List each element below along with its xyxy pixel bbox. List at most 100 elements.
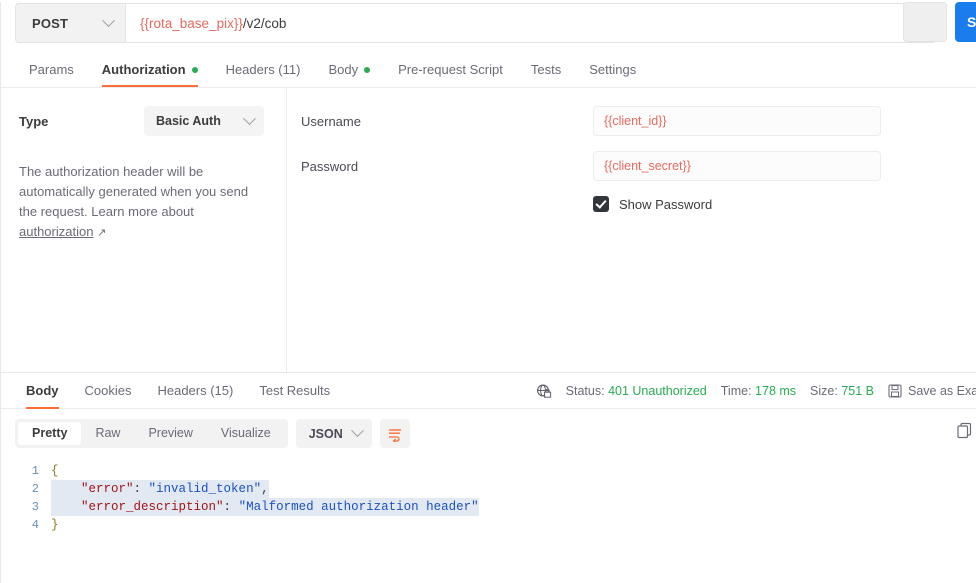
http-method-label: POST	[32, 15, 69, 31]
line-number: 2	[31, 482, 39, 496]
external-link-icon: ↗	[97, 227, 107, 239]
url-input[interactable]: {{rota_base_pix}}/v2/cob	[126, 4, 935, 42]
url-variable: {{rota_base_pix}}	[140, 15, 243, 31]
url-path: /v2/cob	[242, 15, 287, 31]
authorization-type-panel: Type Basic Auth The authorization header…	[1, 88, 287, 372]
tab-tests-label: Tests	[530, 62, 562, 77]
authorization-panel: Type Basic Auth The authorization header…	[1, 88, 976, 373]
password-row: Password {{client_secret}}	[301, 151, 976, 181]
authorization-type-row: Type Basic Auth	[19, 106, 264, 136]
response-tab-test-results-label: Test Results	[259, 382, 331, 398]
tab-body-status-dot-icon	[364, 66, 371, 73]
time-label: Time:	[720, 384, 752, 398]
response-tab-body-label: Body	[26, 382, 59, 398]
tab-settings[interactable]: Settings	[575, 62, 650, 87]
response-tab-cookies[interactable]: Cookies	[72, 373, 145, 409]
tab-tests[interactable]: Tests	[517, 62, 575, 87]
tab-body[interactable]: Body	[314, 62, 384, 87]
view-mode-raw[interactable]: Raw	[81, 422, 134, 445]
globe-lock-icon	[536, 383, 552, 399]
authorization-type-value: Basic Auth	[156, 114, 221, 128]
response-language-label: JSON	[308, 426, 343, 441]
tab-headers-label: Headers (11)	[225, 62, 301, 77]
response-tab-test-results[interactable]: Test Results	[246, 373, 343, 409]
response-status-bar: Status: 401 Unauthorized Time: 178 ms Si…	[536, 373, 976, 409]
authorization-help-text-body: The authorization header will be automat…	[19, 164, 249, 219]
code-line: 4 }	[1, 516, 976, 534]
authorization-help-text: The authorization header will be automat…	[19, 162, 264, 243]
save-as-example-label: Save as Exa	[908, 384, 976, 398]
code-line: 3 "error_description": "Malformed author…	[1, 498, 976, 516]
json-key: "error"	[81, 482, 134, 496]
chevron-down-icon	[243, 111, 256, 125]
authorization-help-link[interactable]: authorization	[19, 224, 93, 239]
tab-params-label: Params	[29, 62, 74, 77]
tab-headers[interactable]: Headers (11)	[212, 62, 315, 87]
code-line-text: {	[51, 464, 59, 478]
url-bar: POST {{rota_base_pix}}/v2/cob Send	[15, 2, 976, 44]
chevron-down-icon	[102, 13, 115, 27]
tab-settings-label: Settings	[589, 62, 637, 77]
line-number: 3	[31, 500, 39, 514]
response-tab-headers[interactable]: Headers (15)	[144, 373, 246, 409]
authorization-type-label: Type	[19, 113, 49, 129]
response-view-mode-group: Pretty Raw Preview Visualize	[15, 419, 288, 448]
tab-pre-request-script-label: Pre-request Script	[398, 62, 503, 77]
password-input[interactable]: {{client_secret}}	[593, 151, 881, 181]
view-mode-visualize[interactable]: Visualize	[207, 422, 285, 445]
code-line-text: "error_description": "Malformed authoriz…	[51, 498, 479, 516]
tab-params[interactable]: Params	[15, 62, 88, 87]
json-value: "invalid_token"	[148, 482, 262, 496]
status-value: 401 Unauthorized	[608, 384, 707, 398]
view-mode-preview[interactable]: Preview	[134, 422, 206, 445]
word-wrap-icon	[388, 428, 401, 442]
size-group-label: Size: 751 B	[810, 384, 874, 398]
response-tab-body[interactable]: Body	[13, 373, 72, 409]
chevron-down-icon	[350, 424, 364, 438]
tab-body-label: Body	[328, 62, 359, 77]
time-group-label: Time: 178 ms	[721, 384, 796, 398]
url-bar-secondary-button[interactable]	[903, 2, 947, 42]
authorization-credentials-panel: Username {{client_id}} Password {{client…	[287, 88, 976, 372]
url-box: POST {{rota_base_pix}}/v2/cob	[15, 3, 936, 43]
time-value: 178 ms	[755, 384, 797, 398]
line-number: 1	[31, 464, 39, 478]
show-password-label: Show Password	[619, 196, 713, 212]
response-body-code[interactable]: 1 { 2 "error": "invalid_token", 3 "error…	[1, 462, 976, 534]
response-tab-headers-label: Headers (15)	[157, 382, 234, 398]
code-line: 1 {	[1, 462, 976, 480]
password-label: Password	[301, 158, 359, 174]
response-format-toolbar: Pretty Raw Preview Visualize JSON	[1, 409, 976, 448]
response-language-select[interactable]: JSON	[295, 419, 372, 448]
save-icon	[888, 384, 902, 398]
save-as-example-button[interactable]: Save as Exa	[888, 384, 976, 398]
response-tabs: Body Cookies Headers (15) Test Results S…	[1, 373, 976, 409]
copy-response-button[interactable]	[956, 421, 976, 443]
username-row: Username {{client_id}}	[301, 106, 976, 136]
copy-icon	[957, 422, 972, 439]
status-label: Status:	[565, 384, 605, 398]
send-button[interactable]: Send	[955, 2, 976, 42]
line-number: 4	[31, 518, 39, 532]
username-input[interactable]: {{client_id}}	[593, 106, 881, 136]
request-tabs: Params Authorization Headers (11) Body P…	[1, 54, 976, 88]
http-method-select[interactable]: POST	[16, 4, 126, 42]
json-value: "Malformed authorization header"	[238, 500, 479, 514]
size-value: 751 B	[841, 384, 874, 398]
json-key: "error_description"	[81, 500, 224, 514]
status-group-label: Status: 401 Unauthorized	[566, 384, 707, 398]
word-wrap-toggle[interactable]	[379, 419, 410, 448]
tab-authorization[interactable]: Authorization	[88, 62, 212, 87]
code-line-text: }	[51, 518, 59, 532]
code-line: 2 "error": "invalid_token",	[1, 480, 976, 498]
authorization-type-select[interactable]: Basic Auth	[144, 106, 264, 136]
view-mode-pretty[interactable]: Pretty	[18, 422, 82, 445]
tab-authorization-status-dot-icon	[191, 66, 198, 73]
show-password-checkbox[interactable]	[593, 196, 609, 212]
size-label: Size:	[810, 384, 838, 398]
username-label: Username	[301, 113, 361, 129]
show-password-row: Show Password	[593, 196, 976, 212]
tab-pre-request-script[interactable]: Pre-request Script	[384, 62, 517, 87]
code-line-text: "error": "invalid_token",	[51, 480, 269, 498]
tab-authorization-label: Authorization	[101, 62, 186, 77]
